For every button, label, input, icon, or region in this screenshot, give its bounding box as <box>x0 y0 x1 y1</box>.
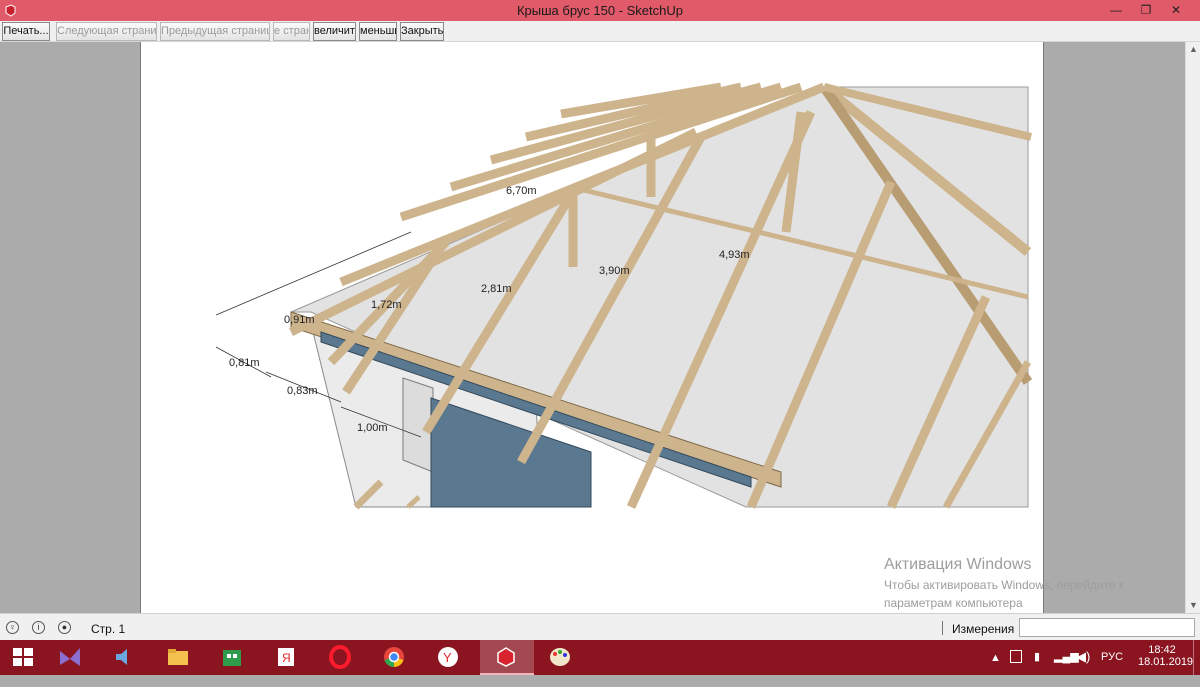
watermark-line-2: параметрам компьютера <box>884 596 1023 610</box>
window-title: Крыша брус 150 - SketchUp <box>516 3 684 18</box>
two-pages-button[interactable]: е стран <box>273 22 310 41</box>
wifi-signal-icon[interactable]: ▂▄▆ <box>1054 650 1079 685</box>
windows-taskbar: Я Y ▲ ▮ ▂▄▆ ◀) РУС 18:42 18.01.2019 <box>0 640 1200 675</box>
dim-label-6-70: 6,70m <box>506 185 537 197</box>
user-icon[interactable]: ● <box>58 621 71 634</box>
dim-label-0-83: 0,83m <box>287 385 318 397</box>
close-preview-button[interactable]: Закрыть <box>400 22 444 41</box>
watermark-title: Активация Windows <box>884 556 1032 573</box>
dim-label-4-93: 4,93m <box>719 249 750 261</box>
taskbar-visual-studio[interactable] <box>44 640 98 675</box>
info-icon[interactable]: i <box>32 621 45 634</box>
yandex-browser-icon: Я <box>278 648 294 666</box>
print-preview-toolbar: Печать... Следующая страница Предыдущая … <box>0 21 1200 42</box>
previous-page-button[interactable]: Предыдущая страница <box>160 22 270 41</box>
visual-studio-icon <box>60 648 80 666</box>
taskbar-sketchup[interactable] <box>480 640 534 675</box>
watermark-line-1: Чтобы активировать Windows, перейдите к <box>884 578 1125 592</box>
windows-logo-icon <box>13 648 33 666</box>
tray-date: 18.01.2019 <box>1138 656 1194 668</box>
tray-expand-icon[interactable]: ▲ <box>990 652 1001 687</box>
svg-text:Я: Я <box>282 651 291 665</box>
svg-text:Y: Y <box>443 650 452 665</box>
geo-location-icon[interactable]: ♀ <box>6 621 19 634</box>
dim-label-1-72: 1,72m <box>371 299 402 311</box>
taskbar-yandex-browser[interactable]: Я <box>260 640 314 675</box>
scroll-up-arrow-icon[interactable]: ▲ <box>1186 42 1200 57</box>
action-center-icon[interactable] <box>1010 650 1022 663</box>
taskbar-yandex[interactable]: Y <box>422 640 476 675</box>
dim-label-1-00: 1,00m <box>357 422 388 434</box>
status-separator <box>942 621 943 635</box>
yandex-icon: Y <box>438 647 458 667</box>
volume-icon[interactable]: ◀) <box>1076 649 1090 684</box>
taskbar-chrome[interactable] <box>368 640 422 675</box>
taskbar-media-player[interactable] <box>98 640 152 675</box>
zoom-in-button[interactable]: величить <box>313 22 356 41</box>
measurements-label: Измерения <box>952 622 1015 636</box>
restore-button[interactable]: ❐ <box>1132 0 1160 21</box>
measurements-input[interactable] <box>1019 618 1195 637</box>
scroll-down-arrow-icon[interactable]: ▼ <box>1186 598 1200 613</box>
folder-icon <box>168 649 188 665</box>
opera-icon <box>329 645 351 669</box>
print-button[interactable]: Печать... <box>2 22 50 41</box>
roof-drawing: 6,70m 4,93m 3,90m 2,81m 1,72m 0,91m 0,81… <box>215 82 1033 510</box>
taskbar-paint[interactable] <box>534 640 588 675</box>
dim-label-0-81: 0,81m <box>229 357 260 369</box>
dim-label-3-90: 3,90m <box>599 265 630 277</box>
status-bar: ♀ i ● Стр. 1 Измерения <box>0 613 1200 640</box>
windows-activation-watermark: Активация Windows Чтобы активировать Win… <box>884 554 1124 612</box>
media-player-icon <box>116 649 127 665</box>
dim-label-2-81: 2,81m <box>481 283 512 295</box>
preview-page[interactable]: 6,70m 4,93m 3,90m 2,81m 1,72m 0,91m 0,81… <box>140 42 1044 613</box>
page-number: Стр. 1 <box>91 622 126 636</box>
taskbar-opera[interactable] <box>314 640 368 675</box>
tray-clock[interactable]: 18:42 18.01.2019 <box>1138 644 1194 679</box>
window-titlebar: Крыша брус 150 - SketchUp — ❐ ✕ <box>0 0 1200 21</box>
vertical-scrollbar[interactable]: ▲ ▼ <box>1185 42 1200 613</box>
tray-time: 18:42 <box>1148 644 1176 656</box>
taskbar-store[interactable] <box>206 640 260 675</box>
paint-palette-icon <box>550 648 570 666</box>
next-page-button[interactable]: Следующая страница <box>56 22 157 41</box>
close-window-button[interactable]: ✕ <box>1162 0 1190 21</box>
roof-scene: 6,70m 4,93m 3,90m 2,81m 1,72m 0,91m 0,81… <box>215 82 1033 510</box>
network-icon[interactable]: ▮ <box>1034 650 1040 685</box>
print-preview-area[interactable]: 6,70m 4,93m 3,90m 2,81m 1,72m 0,91m 0,81… <box>0 42 1185 613</box>
show-desktop-button[interactable] <box>1193 640 1200 675</box>
taskbar-file-explorer[interactable] <box>152 640 206 675</box>
store-icon <box>223 650 241 666</box>
language-indicator[interactable]: РУС <box>1101 651 1123 686</box>
dim-label-0-91: 0,91m <box>284 314 315 326</box>
chrome-icon <box>384 647 404 667</box>
sketchup-icon <box>497 647 515 667</box>
zoom-out-button[interactable]: меньши <box>359 22 397 41</box>
start-button[interactable] <box>0 640 44 675</box>
minimize-button[interactable]: — <box>1102 0 1130 21</box>
